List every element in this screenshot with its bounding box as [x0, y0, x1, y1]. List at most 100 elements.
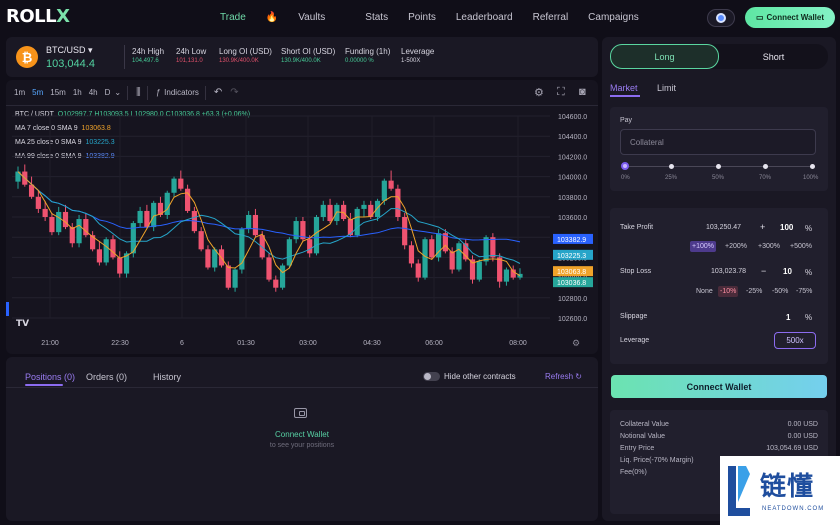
- slider-handle[interactable]: [621, 162, 629, 170]
- candle-down: [35, 196, 41, 209]
- candle-up: [286, 239, 292, 266]
- slider-stop-70[interactable]: [763, 164, 768, 169]
- tp-chip[interactable]: +300%: [756, 241, 782, 252]
- interval-1h[interactable]: 1h: [73, 88, 82, 97]
- tab-positions[interactable]: Positions (0): [25, 372, 75, 382]
- tp-chip[interactable]: +100%: [690, 241, 716, 252]
- tab-limit[interactable]: Limit: [657, 83, 676, 93]
- candle-down: [395, 188, 401, 217]
- slider-stop-100[interactable]: [810, 164, 815, 169]
- fullscreen-icon[interactable]: ⛶: [557, 86, 565, 99]
- tp-plus-button[interactable]: +: [760, 222, 765, 232]
- divider: [204, 85, 206, 100]
- divider: [124, 45, 125, 69]
- slippage-percent: %: [805, 313, 813, 322]
- long-button[interactable]: Long: [610, 44, 719, 69]
- candle-up: [503, 269, 510, 282]
- nav-links: Trade 🔥 Vaults Stats Points Leaderboard R…: [220, 12, 659, 23]
- candlestick-chart[interactable]: 104600.0 104400.0 104200.0 104000.0 103800.0…: [6, 106, 598, 354]
- watermark-sub: NEATDOWN.COM: [762, 506, 825, 512]
- interval-d[interactable]: D: [105, 88, 111, 97]
- nav-leaderboard[interactable]: Leaderboard: [456, 12, 513, 23]
- stat-short-oi: Short OI (USD) 130.9K/400.0K: [281, 47, 336, 64]
- connect-wallet-link[interactable]: Connect Wallet: [6, 430, 598, 439]
- nav-campaigns[interactable]: Campaigns: [588, 12, 639, 23]
- sl-chip[interactable]: -25%: [744, 286, 764, 297]
- nav-referral[interactable]: Referral: [533, 12, 569, 23]
- camera-icon[interactable]: ◙: [579, 86, 586, 98]
- interval-chevron-icon[interactable]: ⌄: [114, 88, 121, 97]
- info-label: Fee(0%): [620, 469, 647, 476]
- candle-down: [252, 214, 259, 236]
- short-button[interactable]: Short: [719, 44, 828, 69]
- bitcoin-icon: ₿: [16, 46, 38, 68]
- tp-value[interactable]: 100: [780, 223, 793, 232]
- interval-5m[interactable]: 5m: [32, 88, 43, 97]
- sl-chip[interactable]: -10%: [718, 286, 739, 297]
- candle-down: [490, 237, 496, 258]
- sl-minus-button[interactable]: −: [761, 266, 766, 276]
- interval-4h[interactable]: 4h: [89, 88, 98, 97]
- hide-other-toggle[interactable]: [423, 372, 440, 381]
- slider-stop-50[interactable]: [716, 164, 721, 169]
- sl-chip[interactable]: None: [694, 286, 715, 297]
- nav-vaults[interactable]: 🔥 Vaults: [266, 12, 346, 23]
- logo[interactable]: ROLLX: [6, 6, 70, 27]
- connect-wallet-button[interactable]: Connect Wallet: [611, 375, 827, 398]
- leverage-input[interactable]: 500x: [774, 332, 816, 349]
- tab-history[interactable]: History: [153, 372, 181, 382]
- settings-gear-icon[interactable]: ⚙: [534, 86, 544, 99]
- nav-points[interactable]: Points: [408, 12, 436, 23]
- nav-stats[interactable]: Stats: [365, 12, 388, 23]
- current-price: 103,044.4: [46, 58, 95, 70]
- pay-label: Pay: [620, 117, 633, 124]
- network-button[interactable]: [707, 9, 735, 27]
- candle-down: [49, 217, 55, 233]
- x-tick-label: 03:00: [299, 340, 317, 347]
- sl-chip[interactable]: -50%: [770, 286, 790, 297]
- pair-selector[interactable]: BTC/USD ▾: [46, 45, 93, 56]
- tab-market[interactable]: Market: [610, 83, 638, 93]
- candle-down: [184, 188, 191, 211]
- candle-up: [483, 237, 489, 262]
- candle-up: [374, 200, 381, 217]
- x-tick-label: 04:30: [363, 340, 381, 347]
- candle-up: [164, 192, 170, 215]
- indicators-button[interactable]: Indicators: [164, 88, 199, 97]
- candle-up: [422, 239, 428, 278]
- candle-up: [456, 243, 462, 270]
- stat-long-oi: Long OI (USD) 130.9K/400.0K: [219, 47, 272, 64]
- slippage-value[interactable]: 1: [786, 313, 790, 322]
- stat-leverage: Leverage 1-500X: [401, 47, 435, 64]
- tab-orders[interactable]: Orders (0): [86, 372, 127, 382]
- candle-up: [246, 214, 252, 230]
- candle-down: [415, 263, 421, 278]
- candle-down: [449, 251, 455, 270]
- candle-down: [402, 217, 408, 246]
- collateral-input[interactable]: Collateral: [620, 129, 816, 155]
- take-profit-price: 103,250.47: [706, 224, 742, 231]
- interval-1m[interactable]: 1m: [14, 88, 25, 97]
- function-icon: ƒ: [155, 88, 161, 97]
- candle-up: [232, 269, 238, 288]
- sl-chip[interactable]: -75%: [794, 286, 814, 297]
- candle-down: [198, 231, 204, 250]
- undo-icon[interactable]: ↶: [214, 87, 222, 98]
- candle-up: [56, 211, 62, 233]
- wallet-icon: [294, 408, 307, 418]
- slider-stop-25[interactable]: [669, 164, 674, 169]
- watermark: 链懂 NEATDOWN.COM: [720, 456, 840, 525]
- refresh-button[interactable]: Refresh ↻: [545, 372, 582, 381]
- connect-wallet-header-button[interactable]: ▭ Connect Wallet: [745, 7, 835, 28]
- sl-value[interactable]: 10: [783, 267, 792, 276]
- interval-15m[interactable]: 15m: [50, 88, 66, 97]
- candle-type-icon[interactable]: ⫼: [136, 87, 141, 98]
- candle-down: [42, 208, 48, 217]
- info-label: Notional Value: [620, 433, 666, 440]
- tp-chip[interactable]: +200%: [723, 241, 749, 252]
- ticker-bar: ₿ BTC/USD ▾ 103,044.4 24h High 104,497.6 …: [6, 37, 598, 77]
- redo-icon[interactable]: ↷: [230, 87, 238, 98]
- tp-chip[interactable]: +500%: [788, 241, 814, 252]
- y-tick-label: 102800.0: [558, 296, 587, 303]
- nav-trade[interactable]: Trade: [220, 12, 246, 23]
